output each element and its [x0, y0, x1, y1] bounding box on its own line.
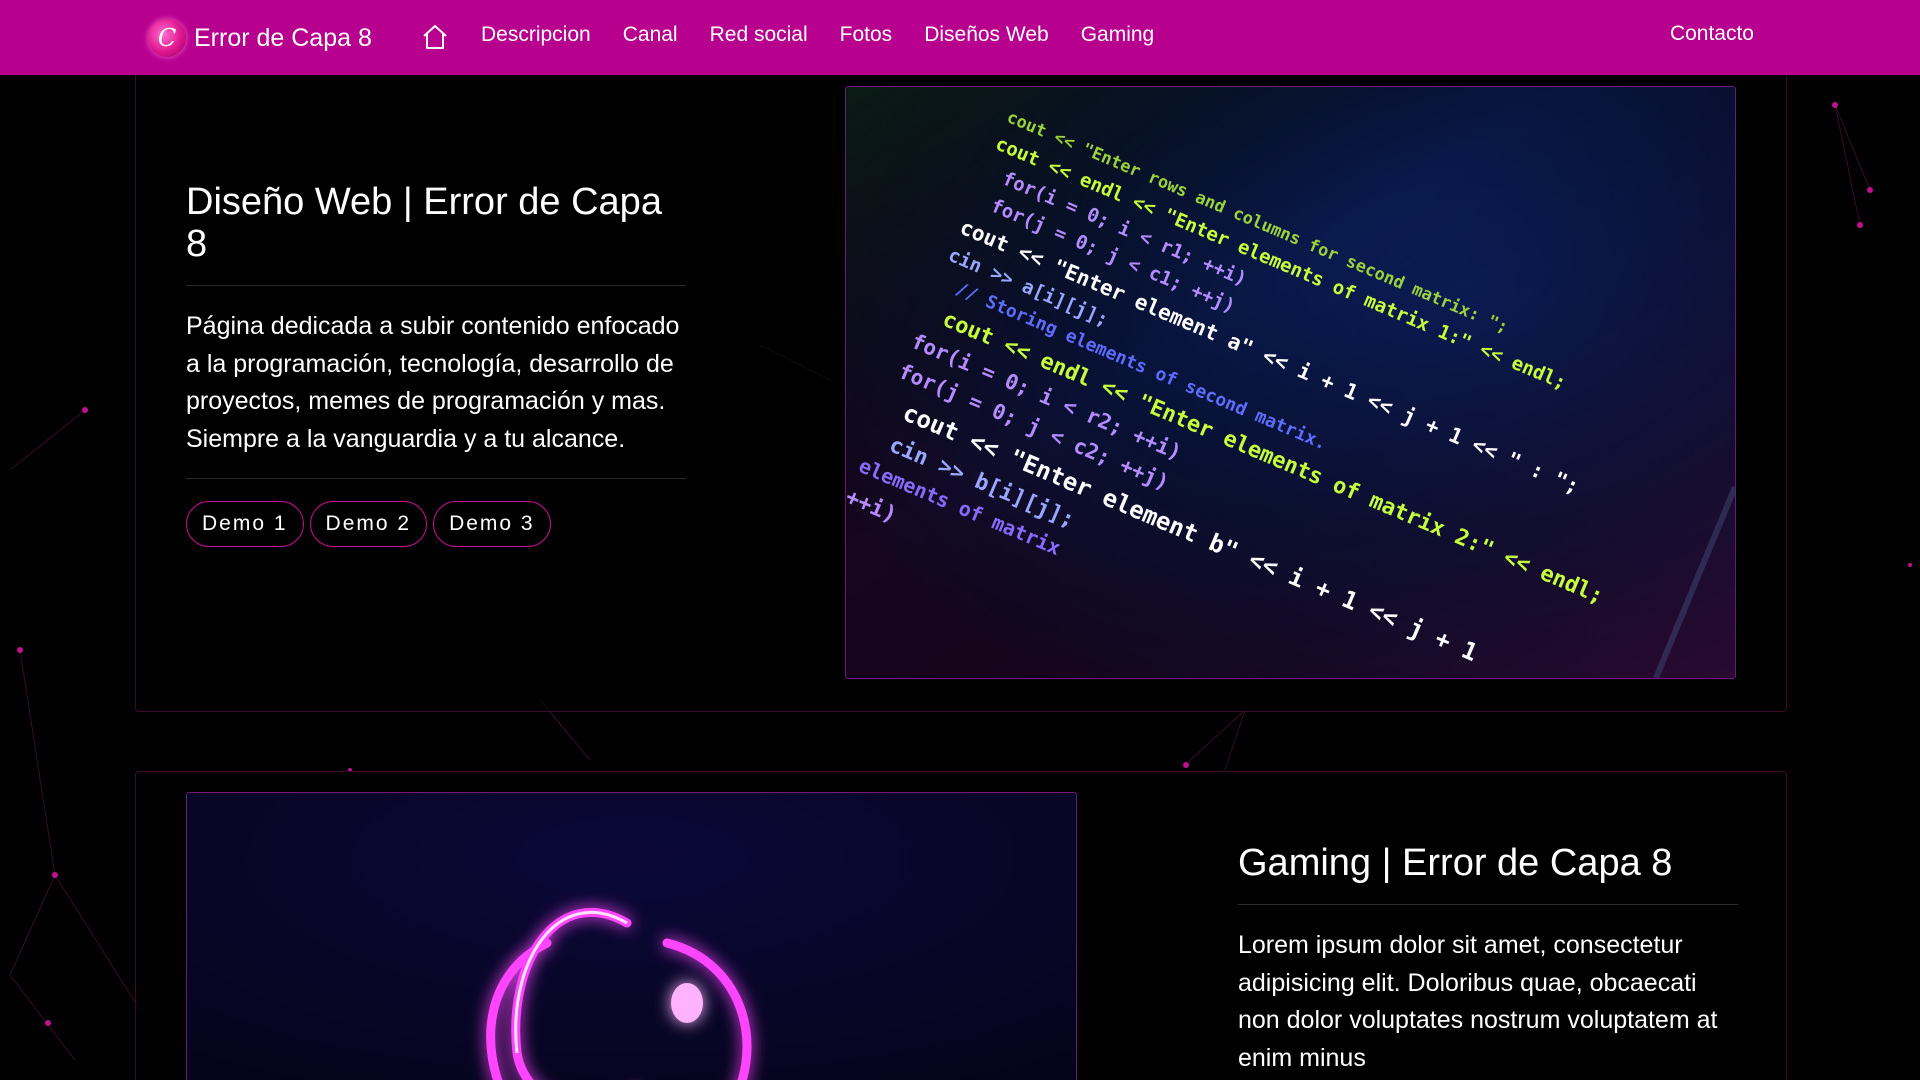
demo-3-button[interactable]: Demo 3 — [433, 501, 551, 547]
nav-link-descripcion[interactable]: Descripcion — [481, 23, 591, 47]
design-web-text: Diseño Web | Error de Capa 8 Página dedi… — [186, 181, 686, 547]
neon-logo-graphic — [187, 793, 1076, 1080]
code-screen-graphic: cout << "Enter rows and columns for seco… — [846, 87, 1735, 678]
nav-links: Descripcion Canal Red social Fotos Diseñ… — [481, 0, 1186, 70]
demo-1-button[interactable]: Demo 1 — [186, 501, 304, 547]
gaming-title: Gaming | Error de Capa 8 — [1238, 842, 1673, 884]
divider — [186, 285, 686, 286]
nav-link-canal[interactable]: Canal — [623, 23, 678, 47]
brand-link[interactable]: C Error de Capa 8 — [148, 18, 372, 58]
code-screen-image: cout << "Enter rows and columns for seco… — [845, 86, 1736, 679]
gaming-description: Lorem ipsum dolor sit amet, consectetur … — [1238, 931, 1718, 1072]
gaming-card: Gaming | Error de Capa 8 Lorem ipsum dol… — [135, 771, 1787, 1080]
nav-link-disenos-web[interactable]: Diseños Web — [924, 23, 1049, 47]
design-web-title: Diseño Web | Error de Capa 8 — [186, 181, 662, 265]
nav-link-contacto[interactable]: Contacto — [1670, 22, 1754, 46]
gaming-text: Gaming | Error de Capa 8 Lorem ipsum dol… — [1238, 842, 1738, 1077]
nav-link-gaming[interactable]: Gaming — [1081, 23, 1155, 47]
brand-logo-icon: C — [148, 19, 186, 57]
divider — [1238, 904, 1738, 905]
nav-link-fotos[interactable]: Fotos — [840, 23, 893, 47]
design-web-description: Página dedicada a subir contenido enfoca… — [186, 312, 680, 453]
nav-link-red-social[interactable]: Red social — [710, 23, 808, 47]
top-navbar: C Error de Capa 8 Descripcion Canal Red … — [0, 0, 1920, 75]
demo-2-button[interactable]: Demo 2 — [309, 501, 428, 547]
brand-name: Error de Capa 8 — [194, 23, 372, 52]
design-web-card: Diseño Web | Error de Capa 8 Página dedi… — [135, 70, 1787, 712]
divider — [186, 478, 686, 479]
neon-logo-image — [186, 792, 1077, 1080]
home-icon[interactable] — [420, 22, 450, 52]
demo-buttons: Demo 1 Demo 2 Demo 3 — [186, 501, 686, 547]
